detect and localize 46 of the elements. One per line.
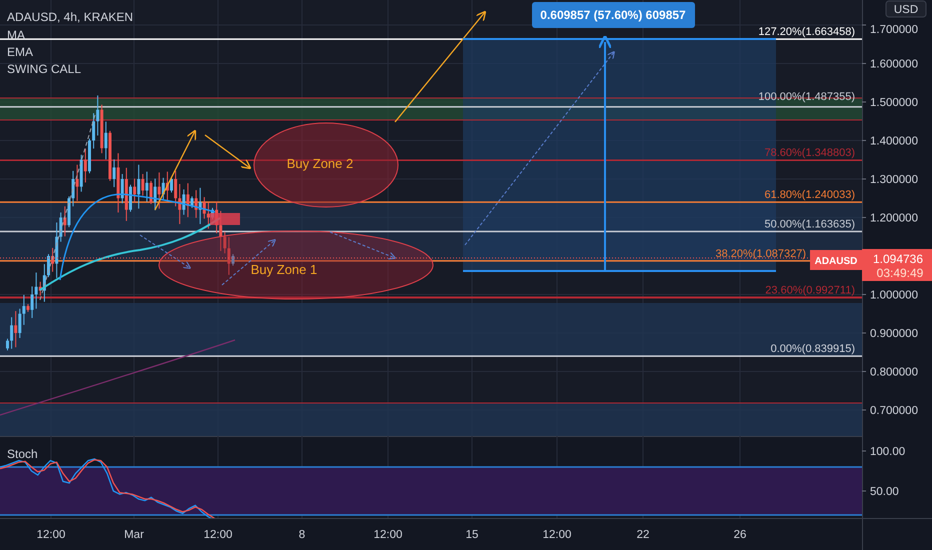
currency-badge[interactable]: USD [886, 0, 926, 18]
price-axis-label: 0.700000 [870, 405, 918, 417]
time-axis-label: 22 [636, 529, 650, 541]
arrow [330, 232, 396, 260]
price-axis-label: 1.700000 [870, 24, 918, 36]
time-axis-label: 12:00 [542, 529, 572, 541]
chart-title: ADAUSD, 4h, KRAKEN [7, 10, 134, 24]
time-axis-label: 26 [734, 529, 746, 541]
highlight-marker [210, 213, 240, 225]
price-axis-label: 1.500000 [870, 97, 918, 109]
countdown-text: 03:49:49 [876, 266, 924, 280]
arrow [222, 239, 276, 286]
time-axis-label: 8 [298, 529, 306, 541]
zone-label: Buy Zone 1 [250, 262, 318, 277]
fib-level-label: 23.60%(0.992711) [765, 284, 855, 296]
price-axis-label: 1.200000 [870, 212, 918, 224]
price-axis-label: 0.800000 [870, 366, 918, 378]
indicator-label[interactable]: SWING CALL [7, 62, 82, 76]
arrow [140, 234, 192, 269]
symbol-price-tag: ADAUSD [810, 250, 862, 270]
zone-label: Buy Zone 2 [286, 156, 354, 171]
price-axis-label: 1.000000 [870, 290, 918, 302]
time-axis-label: 12:00 [36, 529, 66, 541]
time-axis-label: 12:00 [374, 529, 402, 541]
indicator-label[interactable]: EMA [7, 45, 34, 59]
price-axis-label: 1.600000 [870, 58, 918, 70]
price-axis-label: 1.300000 [870, 174, 918, 186]
stoch-axis-label: 50.00 [870, 486, 899, 498]
fib-level-label: 38.20%(1.087327) [715, 248, 806, 260]
stoch-axis-label: 100.00 [870, 446, 906, 458]
price-axis-label: 1.400000 [870, 136, 918, 148]
last-price-value: 1.094736 [872, 252, 924, 266]
fib-level-label: 50.00%(1.163635) [764, 218, 855, 230]
fib-level-label: 127.20%(1.663458) [758, 26, 855, 38]
fib-level-label: 0.00%(0.839915) [770, 343, 855, 356]
time-axis-label: 12:00 [204, 529, 232, 541]
fib-level-label: 61.80%(1.240033) [764, 189, 855, 202]
time-axis-label: 15 [466, 529, 478, 541]
indicator-label[interactable]: MA [7, 28, 25, 42]
fib-level-label: 78.60%(1.348803) [764, 147, 855, 160]
stoch-title: Stoch [7, 447, 38, 461]
price-axis-label: 0.900000 [870, 328, 918, 340]
measure-tooltip: 0.609857 (57.60%) 609857 [532, 2, 695, 28]
time-axis-label: Mar [124, 529, 144, 541]
last-price-tag [862, 249, 932, 281]
arrow [204, 134, 252, 170]
